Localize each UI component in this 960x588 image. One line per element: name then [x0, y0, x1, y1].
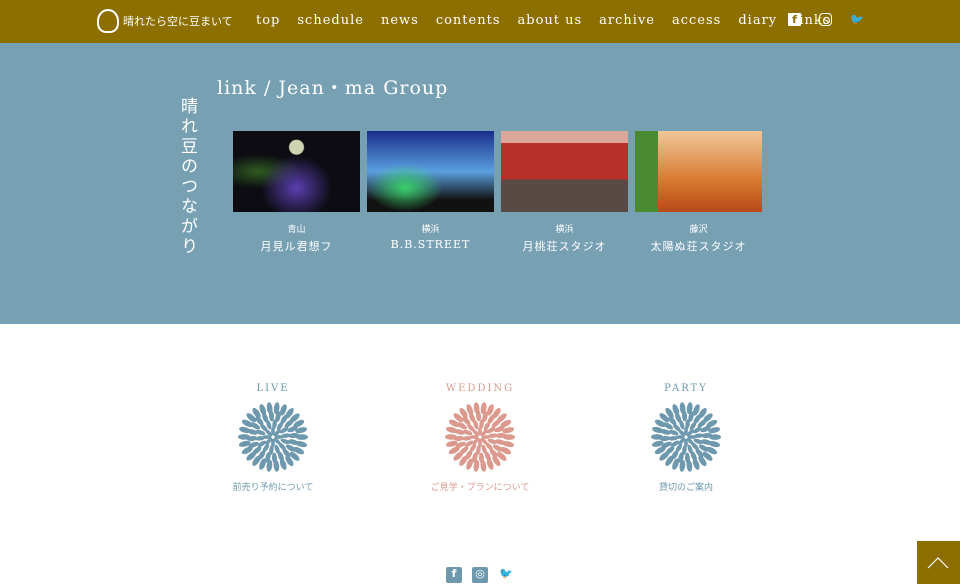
service-desc: ご見学・プランについて — [430, 483, 530, 493]
section-title: link / Jean・ma Group — [217, 77, 449, 99]
venue-photo — [501, 131, 628, 212]
chevron-up-icon — [927, 557, 949, 569]
nav-top[interactable]: top — [256, 13, 280, 28]
footer-facebook-icon[interactable]: f — [446, 567, 462, 583]
card-name: B.B.STREET — [390, 238, 471, 251]
nav-archive[interactable]: archive — [599, 13, 655, 28]
card-name: 太陽ぬ荘スタジオ — [650, 240, 747, 253]
nav-access[interactable]: access — [672, 13, 721, 28]
flower-icon — [445, 402, 515, 472]
back-to-top-button[interactable] — [917, 541, 960, 584]
venue-photo — [233, 131, 360, 212]
card-area: 藤沢 — [689, 225, 708, 235]
flower-icon — [651, 402, 721, 472]
link-card[interactable]: 横浜 月桃荘スタジオ — [501, 131, 628, 254]
service-label: PARTY — [664, 383, 708, 394]
nav-news[interactable]: news — [381, 13, 419, 28]
link-card[interactable]: 横浜 B.B.STREET — [367, 131, 494, 251]
site-logo[interactable]: 晴れたら空に豆まいて — [97, 9, 233, 33]
venue-photo — [635, 131, 762, 212]
link-card[interactable]: 藤沢太陽ぬ荘スタジオ — [635, 131, 762, 254]
top-nav: 晴れたら空に豆まいて top schedule news contents ab… — [0, 0, 960, 43]
logo-mark-icon — [97, 9, 119, 33]
nav-contents[interactable]: contents — [436, 13, 501, 28]
card-name: 月見ル君想フ — [260, 240, 333, 253]
service-party[interactable]: PARTY 貸切のご案内 — [616, 383, 756, 493]
flower-icon — [238, 402, 308, 472]
nav-schedule[interactable]: schedule — [297, 13, 364, 28]
card-area: 青山 — [287, 225, 306, 235]
nav-about-us[interactable]: about us — [518, 13, 583, 28]
service-label: WEDDING — [445, 383, 515, 394]
nav-diary[interactable]: diary — [738, 13, 777, 28]
section-vertical-title: 晴れ豆のつながり — [177, 97, 197, 257]
footer-instagram-icon[interactable]: ◎ — [472, 567, 488, 583]
venue-photo — [367, 131, 494, 212]
link-card[interactable]: 青山 月見ル君想フ — [233, 131, 360, 254]
service-label: LIVE — [256, 383, 290, 394]
instagram-icon[interactable] — [819, 13, 832, 26]
card-name: 月桃荘スタジオ — [522, 240, 607, 253]
service-wedding[interactable]: WEDDING ご見学・プランについて — [410, 383, 550, 493]
footer-twitter-icon[interactable]: 🐦 — [498, 567, 514, 583]
service-live[interactable]: LIVE 前売り予約について — [203, 383, 343, 493]
service-desc: 貸切のご案内 — [658, 483, 713, 493]
service-desc: 前売り予約について — [232, 483, 314, 493]
logo-text: 晴れたら空に豆まいて — [123, 15, 233, 28]
facebook-icon[interactable]: f — [788, 13, 801, 26]
twitter-icon[interactable]: 🐦 — [850, 13, 864, 26]
card-area: 横浜 — [555, 225, 574, 235]
card-area: 横浜 — [421, 225, 440, 235]
